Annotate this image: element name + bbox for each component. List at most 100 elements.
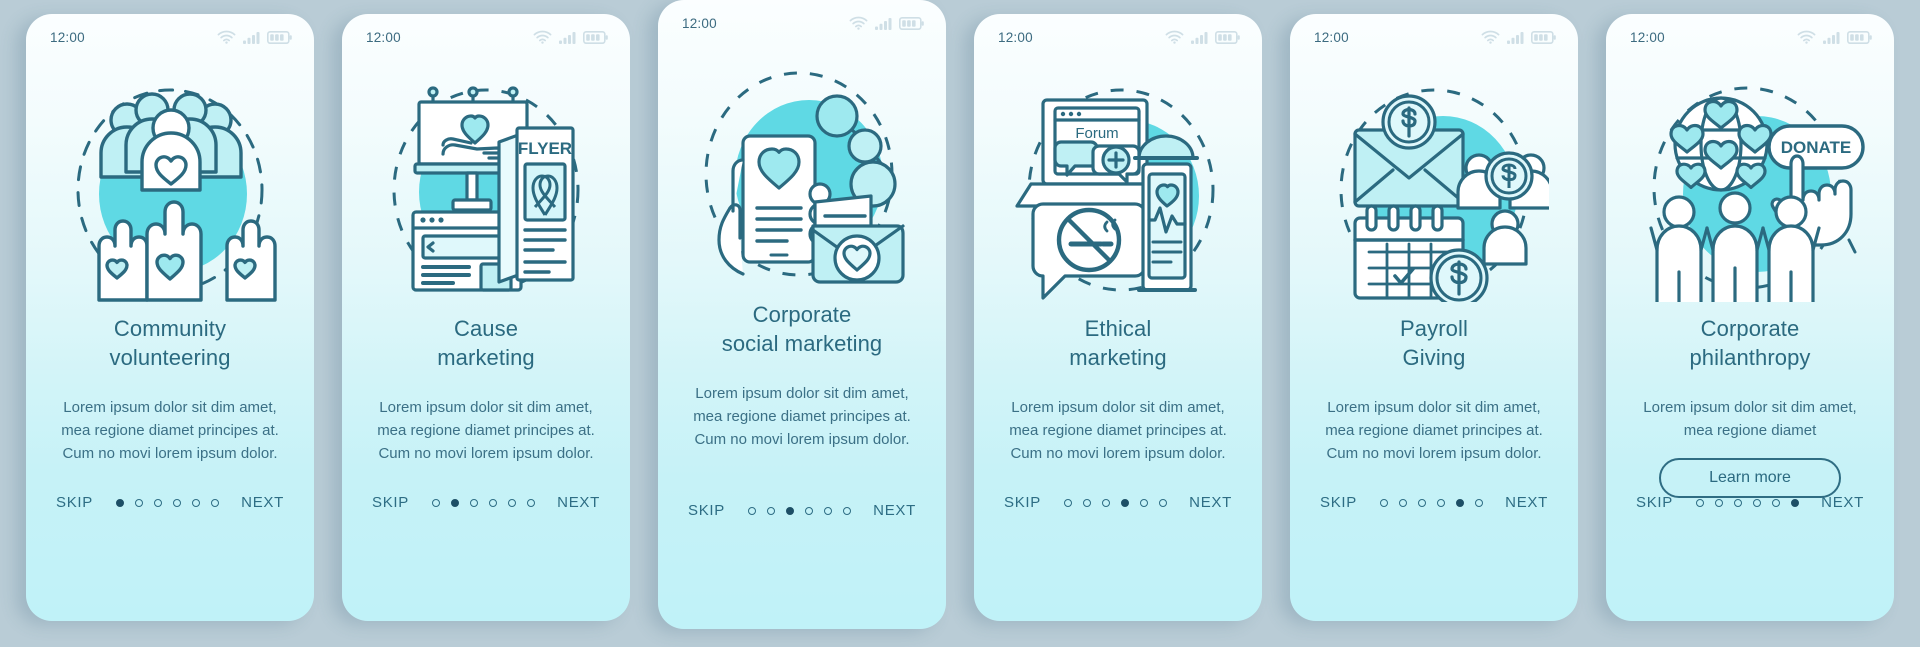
pagination-dot-4[interactable] (507, 498, 516, 507)
screen-title-line1: Corporate (752, 302, 852, 327)
battery-icon (1531, 30, 1556, 44)
screen-title-line1: Payroll (1400, 316, 1468, 341)
pagination-dot-2[interactable] (153, 498, 162, 507)
screen-title: Community volunteering (26, 314, 314, 372)
skip-button[interactable]: SKIP (1004, 494, 1041, 511)
screen-title: Payroll Giving (1290, 314, 1578, 372)
wifi-icon (1797, 30, 1816, 44)
wifi-icon (1481, 30, 1500, 44)
illustration-container: Forum (974, 60, 1262, 310)
skip-button[interactable]: SKIP (372, 494, 409, 511)
battery-icon (583, 30, 608, 44)
pagination-dot-3[interactable] (172, 498, 181, 507)
learn-more-button[interactable]: Learn more (1659, 458, 1841, 498)
pagination-dot-3[interactable] (1436, 498, 1445, 507)
screen-title-line2: volunteering (109, 345, 231, 370)
onboarding-screen-5: 12:00 DONATE Corporate philanthropy Lore… (1606, 14, 1894, 621)
onboarding-navigation: SKIP NEXT (342, 494, 630, 511)
battery-icon (1847, 30, 1872, 44)
pagination-dot-0[interactable] (115, 498, 124, 507)
pagination-dot-3[interactable] (1752, 498, 1761, 507)
pagination-dot-1[interactable] (766, 506, 775, 515)
pagination-dot-3[interactable] (488, 498, 497, 507)
status-bar-icons (217, 30, 292, 44)
pagination-dot-0[interactable] (1695, 498, 1704, 507)
pagination-dot-3[interactable] (804, 506, 813, 515)
illustration-container: DONATE (1606, 60, 1894, 310)
cause-marketing-illustration: FLYER (392, 86, 580, 292)
forum-label: Forum (1075, 125, 1118, 142)
pagination-dot-1[interactable] (450, 498, 459, 507)
pagination-dot-3[interactable] (1120, 498, 1129, 507)
next-button[interactable]: NEXT (241, 494, 284, 511)
pagination-dot-4[interactable] (1455, 498, 1464, 507)
pagination-dot-0[interactable] (1063, 498, 1072, 507)
ethical-marketing-illustration: Forum (1015, 88, 1215, 300)
status-bar-icons (1165, 30, 1240, 44)
battery-icon (267, 30, 292, 44)
skip-button[interactable]: SKIP (56, 494, 93, 511)
onboarding-screen-1: 12:00 FLYER Cause marketing Lorem ipsum … (342, 14, 630, 621)
screen-description: Lorem ipsum dolor sit dim amet, mea regi… (61, 399, 279, 462)
screen-title-line2: Giving (1402, 345, 1466, 370)
pagination-dot-1[interactable] (134, 498, 143, 507)
pagination-dot-4[interactable] (1771, 498, 1780, 507)
status-bar: 12:00 (26, 14, 314, 60)
screen-title: Corporate philanthropy (1606, 314, 1894, 372)
screen-title-line1: Community (113, 316, 227, 341)
screen-title-line2: social marketing (721, 331, 883, 356)
screen-title-line1: Cause (453, 316, 519, 341)
status-bar-clock: 12:00 (366, 29, 401, 45)
pagination-dot-1[interactable] (1398, 498, 1407, 507)
pagination-dot-2[interactable] (785, 506, 794, 515)
status-bar-icons (1797, 30, 1872, 44)
pagination-dot-4[interactable] (191, 498, 200, 507)
signal-icon (559, 31, 576, 44)
pagination-dot-2[interactable] (1417, 498, 1426, 507)
status-bar-clock: 12:00 (1314, 29, 1349, 45)
next-button[interactable]: NEXT (1821, 494, 1864, 511)
pagination-dot-0[interactable] (1379, 498, 1388, 507)
next-button[interactable]: NEXT (1505, 494, 1548, 511)
pagination-dot-5[interactable] (842, 506, 851, 515)
skip-button[interactable]: SKIP (1636, 494, 1673, 511)
battery-icon (899, 16, 924, 30)
screen-title-line2: marketing (437, 345, 535, 370)
battery-icon (1215, 30, 1240, 44)
status-bar: 12:00 (974, 14, 1262, 60)
corporate-social-marketing-illustration (704, 71, 905, 284)
next-button[interactable]: NEXT (873, 502, 916, 519)
community-volunteering-illustration (76, 88, 277, 302)
pagination-dot-5[interactable] (210, 498, 219, 507)
onboarding-navigation: SKIP NEXT (974, 494, 1262, 511)
pagination-dot-5[interactable] (526, 498, 535, 507)
pagination-dot-5[interactable] (1790, 498, 1799, 507)
pagination-dot-4[interactable] (823, 506, 832, 515)
pagination-dot-1[interactable] (1714, 498, 1723, 507)
pagination-dot-4[interactable] (1139, 498, 1148, 507)
pagination-dot-2[interactable] (1733, 498, 1742, 507)
status-bar-clock: 12:00 (50, 29, 85, 45)
pagination-dot-0[interactable] (747, 506, 756, 515)
pagination-dot-0[interactable] (431, 498, 440, 507)
screen-title: Corporate social marketing (658, 300, 946, 358)
pagination-dots (1695, 498, 1799, 507)
next-button[interactable]: NEXT (1189, 494, 1232, 511)
skip-button[interactable]: SKIP (688, 502, 725, 519)
screen-title-line2: marketing (1069, 345, 1167, 370)
pagination-dot-1[interactable] (1082, 498, 1091, 507)
pagination-dot-5[interactable] (1158, 498, 1167, 507)
pagination-dot-2[interactable] (469, 498, 478, 507)
pagination-dots (115, 498, 219, 507)
screen-description: Lorem ipsum dolor sit dim amet, mea regi… (693, 385, 911, 448)
illustration-container (1290, 60, 1578, 310)
pagination-dot-2[interactable] (1101, 498, 1110, 507)
status-bar: 12:00 (1290, 14, 1578, 60)
onboarding-screen-4: 12:00 Payroll Giving Lorem ipsum dolor s… (1290, 14, 1578, 621)
skip-button[interactable]: SKIP (1320, 494, 1357, 511)
wifi-icon (533, 30, 552, 44)
screen-title: Ethical marketing (974, 314, 1262, 372)
pagination-dot-5[interactable] (1474, 498, 1483, 507)
screen-title: Cause marketing (342, 314, 630, 372)
next-button[interactable]: NEXT (557, 494, 600, 511)
